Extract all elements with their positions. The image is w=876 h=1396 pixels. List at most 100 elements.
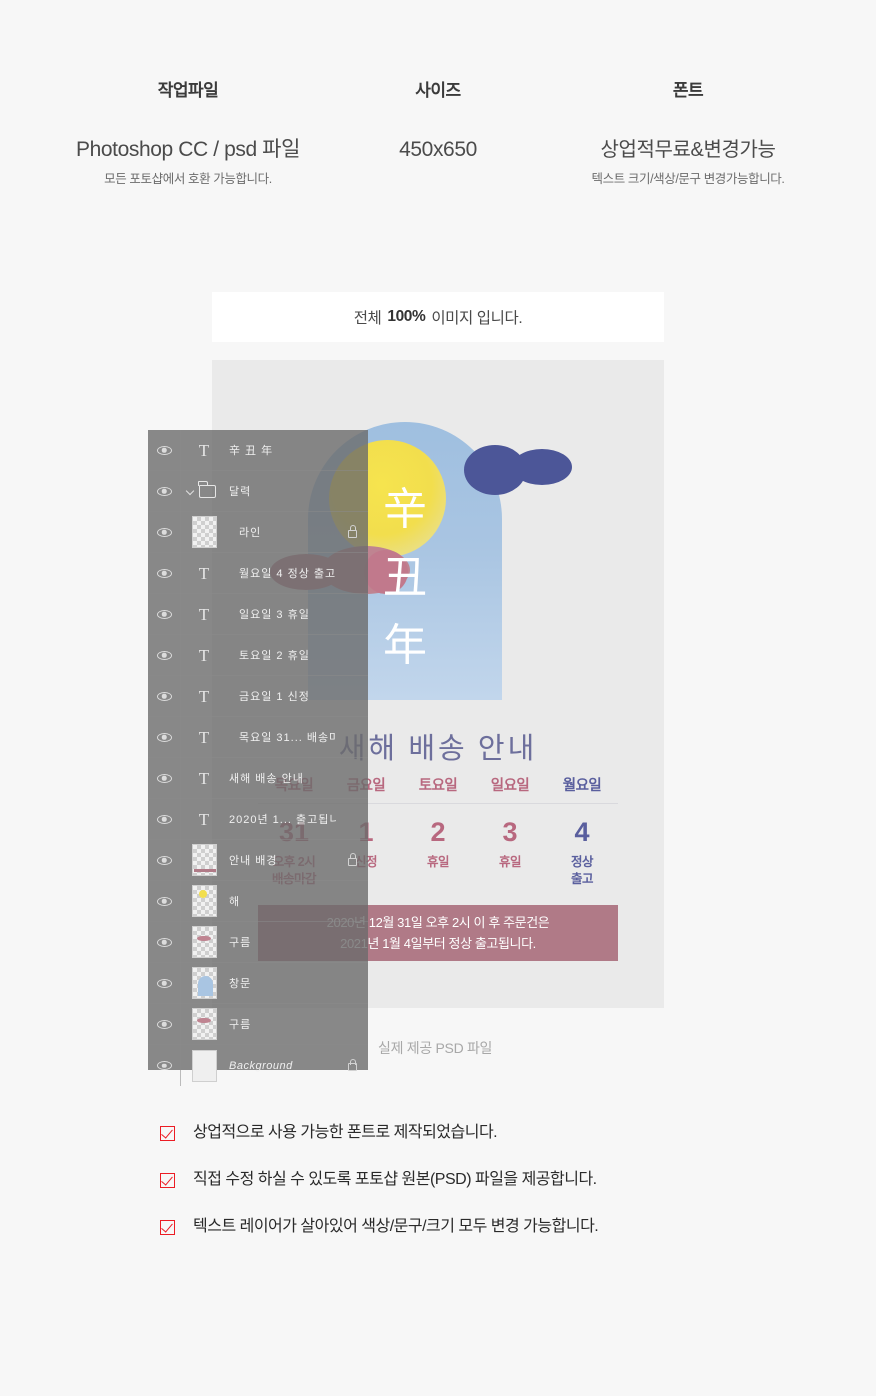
layer-thumbnail: T <box>181 553 227 594</box>
layer-visibility-toggle[interactable] <box>148 634 181 676</box>
layer-name[interactable]: 辛 丑 年 <box>227 430 336 471</box>
layer-lock-indicator[interactable] <box>336 758 368 799</box>
layer-lock-indicator[interactable] <box>336 635 368 676</box>
layer-lock-indicator[interactable] <box>336 471 368 512</box>
psd-layers-panel[interactable]: T 辛 丑 年 달력 라인 T 월요일 4 정상 출고 T 일요일 3 휴일 T 토요일 2 휴일… <box>148 429 368 1086</box>
checklist-text-0: 상업적으로 사용 가능한 폰트로 제작되었습니다. <box>193 1124 498 1141</box>
layer-lock-indicator[interactable] <box>336 922 368 963</box>
layer-row[interactable]: T 일요일 3 휴일 <box>148 593 368 635</box>
blue-cloud-shape <box>464 445 572 497</box>
layer-row[interactable]: T 목요일 31... 배송마감 <box>148 716 368 758</box>
text-layer-icon: T <box>198 809 210 829</box>
text-layer-icon: T <box>198 563 210 583</box>
eye-icon <box>156 486 172 496</box>
layer-name[interactable]: 안내 배경 <box>227 840 336 881</box>
layer-name[interactable]: 금요일 1 신정 <box>227 676 336 717</box>
eye-icon <box>156 855 172 865</box>
layer-lock-indicator[interactable] <box>336 799 368 840</box>
checkbox-checked-icon <box>160 1172 175 1188</box>
layer-row[interactable]: 구름 <box>148 1003 368 1045</box>
layer-name[interactable]: Background <box>227 1045 336 1086</box>
text-layer-icon: T <box>198 768 210 788</box>
checkbox-checked-icon <box>160 1125 175 1141</box>
calendar-day-4: 4 정상 출고 <box>546 815 618 888</box>
spec-value-size: 450x650 <box>399 138 477 161</box>
layer-name[interactable]: 구름 <box>227 922 336 963</box>
layer-visibility-toggle[interactable] <box>148 1045 181 1086</box>
layer-lock-indicator[interactable] <box>336 512 368 553</box>
layer-thumbnail <box>181 881 227 922</box>
full-size-banner: 전체 100% 이미지 입니다. <box>212 292 664 342</box>
layer-row[interactable]: Background <box>148 1045 368 1086</box>
layer-visibility-toggle[interactable] <box>148 962 181 1004</box>
layer-visibility-toggle[interactable] <box>148 921 181 963</box>
layer-name[interactable]: 월요일 4 정상 출고 <box>227 553 336 594</box>
layer-lock-indicator[interactable] <box>336 881 368 922</box>
layer-row[interactable]: 구름 <box>148 921 368 963</box>
spec-value-font: 상업적무료&변경가능 <box>600 139 776 161</box>
layer-lock-indicator[interactable] <box>336 963 368 1004</box>
layer-name[interactable]: 일요일 3 휴일 <box>227 594 336 635</box>
layer-visibility-toggle[interactable] <box>148 675 181 717</box>
spec-sub-file: 모든 포토샵에서 호환 가능합니다. <box>104 172 272 186</box>
layer-visibility-toggle[interactable] <box>148 798 181 840</box>
layer-thumbnail: T <box>181 758 227 799</box>
layer-thumbnail <box>181 840 227 881</box>
layer-lock-indicator[interactable] <box>336 553 368 594</box>
layer-visibility-toggle[interactable] <box>148 880 181 922</box>
layer-row[interactable]: T辛 丑 年 <box>148 429 368 471</box>
calendar-dow-4: 월요일 <box>562 778 602 794</box>
layer-thumbnail: T <box>181 430 227 471</box>
calendar-col-3: 일요일 <box>474 775 546 797</box>
checklist-text-1: 직접 수정 하실 수 있도록 포토샵 원본(PSD) 파일을 제공합니다. <box>193 1171 597 1188</box>
layer-lock-indicator[interactable] <box>336 676 368 717</box>
layer-name[interactable]: 라인 <box>227 512 336 553</box>
layer-visibility-toggle[interactable] <box>148 429 181 471</box>
eye-icon <box>156 609 172 619</box>
layer-visibility-toggle[interactable] <box>148 757 181 799</box>
calendar-num-2: 2 <box>430 817 446 847</box>
layer-row[interactable]: T 금요일 1 신정 <box>148 675 368 717</box>
layer-row[interactable]: T 월요일 4 정상 출고 <box>148 552 368 594</box>
chevron-down-icon[interactable] <box>185 486 195 495</box>
layer-visibility-toggle[interactable] <box>148 1003 181 1045</box>
layer-thumbnail <box>181 922 227 963</box>
layer-visibility-toggle[interactable] <box>148 716 181 758</box>
calendar-note-3: 휴일 <box>498 855 522 869</box>
eye-icon <box>156 814 172 824</box>
layer-row[interactable]: 해 <box>148 880 368 922</box>
layer-row[interactable]: 창문 <box>148 962 368 1004</box>
layer-lock-indicator[interactable] <box>336 594 368 635</box>
layer-row[interactable]: 라인 <box>148 511 368 553</box>
layer-lock-indicator[interactable] <box>336 717 368 758</box>
layer-lock-indicator[interactable] <box>336 1045 368 1086</box>
layer-lock-indicator[interactable] <box>336 1004 368 1045</box>
hanja-char-1: 辛 <box>383 485 427 534</box>
layer-visibility-toggle[interactable] <box>148 593 181 635</box>
layer-name[interactable]: 해 <box>227 881 336 922</box>
calendar-note-4: 정상 출고 <box>546 854 618 888</box>
layer-row[interactable]: T 토요일 2 휴일 <box>148 634 368 676</box>
layer-row[interactable]: 안내 배경 <box>148 839 368 881</box>
layer-name[interactable]: 구름 <box>227 1004 336 1045</box>
layer-visibility-toggle[interactable] <box>148 552 181 594</box>
layer-row[interactable]: T 새해 배송 안내 <box>148 757 368 799</box>
layer-name[interactable]: 2020년 1... 출고됩니다. <box>227 799 336 840</box>
layer-name[interactable]: 목요일 31... 배송마감 <box>227 717 336 758</box>
calendar-col-2: 토요일 <box>402 775 474 797</box>
spec-column-file: 작업파일 Photoshop CC / psd 파일 모든 포토샵에서 호환 가… <box>0 80 376 188</box>
layer-name[interactable]: 달력 <box>227 471 336 512</box>
layer-name[interactable]: 토요일 2 휴일 <box>227 635 336 676</box>
layer-row[interactable]: T 2020년 1... 출고됩니다. <box>148 798 368 840</box>
layer-visibility-toggle[interactable] <box>148 511 181 553</box>
layer-name[interactable]: 새해 배송 안내 <box>227 758 336 799</box>
eye-icon <box>156 896 172 906</box>
calendar-dow-3: 일요일 <box>490 778 530 794</box>
layer-lock-indicator[interactable] <box>336 430 368 471</box>
layer-lock-indicator[interactable] <box>336 840 368 881</box>
layer-visibility-toggle[interactable] <box>148 839 181 881</box>
pixel-thumbnail-icon <box>191 844 217 876</box>
layer-row[interactable]: 달력 <box>148 470 368 512</box>
layer-name[interactable]: 창문 <box>227 963 336 1004</box>
layer-visibility-toggle[interactable] <box>148 470 181 512</box>
